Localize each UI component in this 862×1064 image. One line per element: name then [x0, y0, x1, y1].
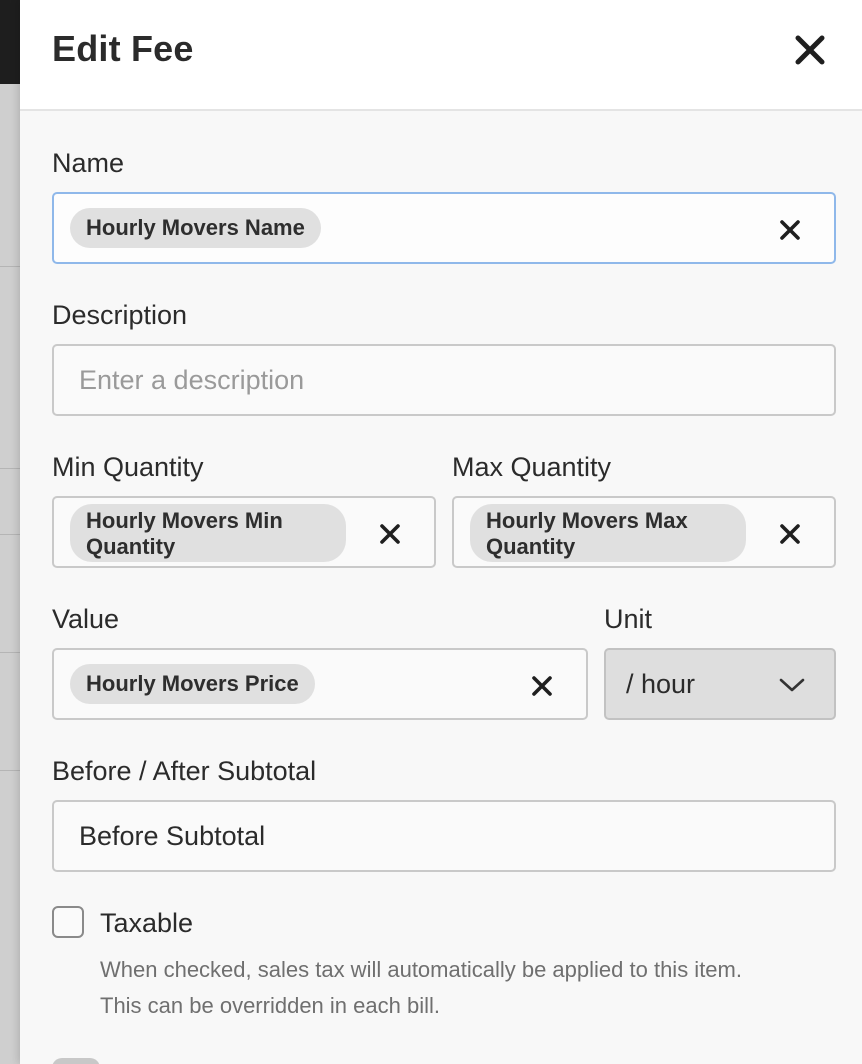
description-label: Description: [52, 300, 188, 330]
name-chip: Hourly Movers Name: [70, 208, 321, 248]
taxable-label: Taxable: [100, 908, 194, 938]
close-icon: [795, 35, 825, 65]
min-quantity-chip: Hourly Movers Min Quantity: [70, 504, 346, 562]
clear-icon: [532, 676, 552, 696]
value-clear-button[interactable]: [528, 672, 556, 700]
max-quantity-chip-line1: Hourly Movers Max: [486, 508, 688, 533]
background-page: [0, 0, 20, 1064]
background-divider: [0, 770, 20, 771]
value-label: Value: [52, 604, 120, 634]
clear-icon: [380, 524, 400, 544]
taxable-checkbox[interactable]: [52, 906, 84, 938]
value-field[interactable]: Hourly Movers Price: [52, 648, 588, 720]
min-quantity-chip-line2: Quantity: [86, 534, 176, 559]
name-label: Name: [52, 148, 125, 178]
background-divider: [0, 266, 20, 267]
min-quantity-clear-button[interactable]: [376, 520, 404, 548]
min-quantity-label: Min Quantity: [52, 452, 204, 482]
name-field[interactable]: Hourly Movers Name: [52, 192, 836, 264]
max-quantity-chip: Hourly Movers Max Quantity: [470, 504, 746, 562]
name-chip-text: Hourly Movers Name: [86, 215, 305, 240]
max-quantity-label: Max Quantity: [452, 452, 612, 482]
value-chip: Hourly Movers Price: [70, 664, 315, 704]
name-clear-button[interactable]: [776, 216, 804, 244]
max-quantity-field[interactable]: Hourly Movers Max Quantity: [452, 496, 836, 568]
value-chip-text: Hourly Movers Price: [86, 671, 299, 696]
close-button[interactable]: [788, 28, 832, 72]
taxable-help-line2: This can be overridden in each bill.: [100, 993, 440, 1018]
panel-header: Edit Fee: [20, 0, 862, 111]
max-quantity-chip-line2: Quantity: [486, 534, 576, 559]
clear-icon: [780, 524, 800, 544]
next-toggle[interactable]: [52, 1058, 100, 1064]
description-placeholder: Enter a description: [79, 364, 305, 395]
unit-selected-value: / hour: [626, 668, 696, 699]
edit-fee-panel: Edit Fee Name Hourly Movers Name Descrip…: [20, 0, 862, 1064]
taxable-help-text: When checked, sales tax will automatical…: [100, 952, 742, 1024]
background-divider: [0, 534, 20, 535]
background-divider: [0, 468, 20, 469]
max-quantity-clear-button[interactable]: [776, 520, 804, 548]
subtotal-label: Before / After Subtotal: [52, 756, 317, 786]
clear-icon: [780, 220, 800, 240]
taxable-help-line1: When checked, sales tax will automatical…: [100, 957, 742, 982]
subtotal-field[interactable]: Before Subtotal: [52, 800, 836, 872]
min-quantity-chip-line1: Hourly Movers Min: [86, 508, 283, 533]
min-quantity-field[interactable]: Hourly Movers Min Quantity: [52, 496, 436, 568]
chevron-down-icon: [779, 678, 805, 692]
background-header: [0, 0, 20, 84]
unit-select[interactable]: / hour: [604, 648, 836, 720]
background-divider: [0, 652, 20, 653]
description-field[interactable]: Enter a description: [52, 344, 836, 416]
unit-label: Unit: [604, 604, 653, 634]
panel-title: Edit Fee: [52, 28, 194, 69]
subtotal-value: Before Subtotal: [79, 820, 266, 851]
